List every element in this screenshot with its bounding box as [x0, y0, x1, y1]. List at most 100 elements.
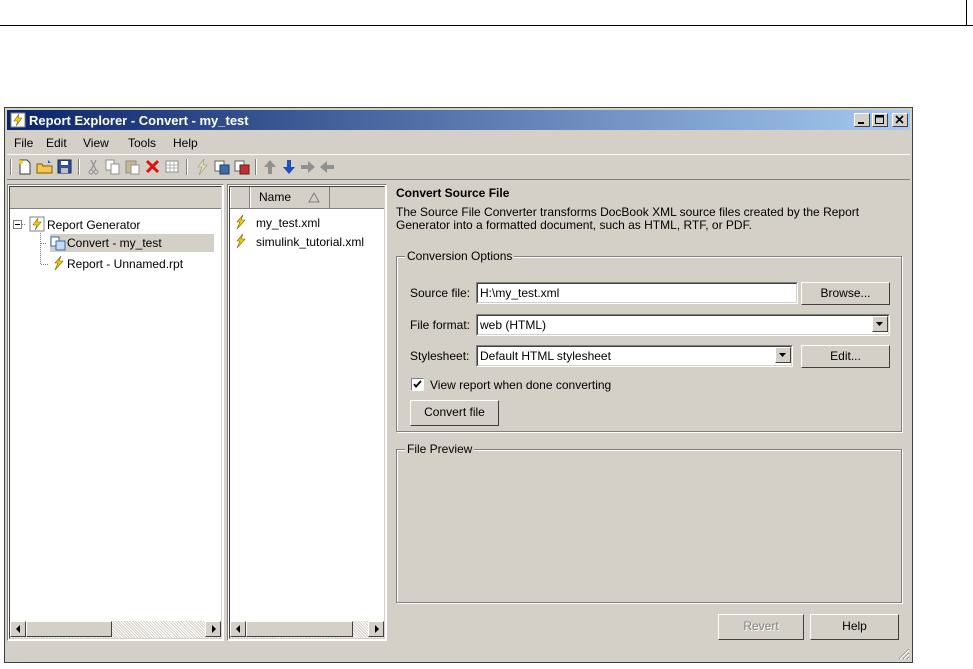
outline-header [10, 187, 221, 209]
toolbar-separator [78, 159, 80, 175]
scroll-right-button[interactable] [368, 621, 384, 637]
lightning-button[interactable] [193, 158, 211, 176]
tree-item-report-label[interactable]: Report - Unnamed.rpt [67, 257, 183, 271]
cut-icon [88, 159, 99, 175]
menu-file[interactable]: File [14, 136, 33, 150]
chevron-down-icon [779, 353, 786, 357]
report-icon-2 [234, 160, 250, 175]
scroll-left-button[interactable] [10, 621, 26, 637]
menu-bar: File Edit View Tools Help [7, 133, 910, 152]
table-icon [165, 160, 179, 173]
scroll-right-button[interactable] [205, 621, 221, 637]
file-list[interactable]: Name my_test.xml simulink_tutorial.xml [229, 186, 385, 639]
chevron-down-icon [876, 322, 883, 326]
move-up-button[interactable] [261, 158, 279, 176]
move-down-icon [283, 160, 295, 174]
scroll-thumb[interactable] [246, 621, 353, 637]
report-icon [214, 160, 230, 175]
file-format-dropdown-button[interactable] [872, 316, 888, 332]
name-column-label: Name [259, 190, 292, 204]
file-preview-group: File Preview [396, 442, 902, 603]
outline-pane: Report Generator Convert - my_test Repor… [7, 184, 224, 641]
header-edge [966, 0, 967, 26]
help-button[interactable]: Help [810, 614, 899, 640]
tree-root-label[interactable]: Report Generator [47, 218, 140, 232]
scroll-thumb[interactable] [26, 621, 112, 637]
lightning-icon [197, 158, 208, 176]
view-report-label[interactable]: View report when done converting [430, 378, 611, 392]
open-icon [36, 160, 53, 174]
stylesheet-select[interactable]: Default HTML stylesheet [476, 345, 793, 367]
cut-button[interactable] [85, 158, 103, 176]
move-right-button[interactable] [299, 158, 317, 176]
new-icon [19, 159, 31, 175]
minimize-icon [858, 122, 864, 124]
left-arrow-icon [236, 625, 240, 633]
close-button[interactable] [892, 113, 908, 127]
right-arrow-icon [212, 625, 216, 633]
menu-view[interactable]: View [83, 136, 109, 150]
copy-button[interactable] [104, 158, 122, 176]
toolbar [7, 154, 910, 180]
move-left-icon [320, 161, 334, 173]
tree-item-convert[interactable]: Convert - my_test [50, 234, 214, 252]
right-arrow-icon [375, 625, 379, 633]
menu-tools[interactable]: Tools [128, 136, 156, 150]
source-file-label: Source file: [410, 286, 471, 300]
open-button[interactable] [36, 158, 54, 176]
outline-hscrollbar[interactable] [10, 621, 221, 638]
source-file-input[interactable]: H:\my_test.xml [476, 282, 798, 304]
new-button[interactable] [16, 158, 34, 176]
save-button[interactable] [56, 158, 74, 176]
convert-file-button[interactable]: Convert file [410, 400, 499, 426]
report-lightning-icon [54, 255, 64, 271]
window-title: Report Explorer - Convert - my_test [29, 113, 249, 128]
minimize-button[interactable] [854, 113, 870, 127]
page-header-rule [0, 0, 973, 26]
edit-stylesheet-button[interactable]: Edit... [801, 345, 890, 368]
stylesheet-label: Stylesheet: [410, 349, 470, 363]
xml-lightning-icon [236, 233, 246, 249]
title-bar[interactable]: Report Explorer - Convert - my_test [7, 110, 910, 130]
convert-icon [50, 236, 66, 251]
delete-button[interactable] [144, 158, 162, 176]
move-left-button[interactable] [318, 158, 336, 176]
stylesheet-dropdown-button[interactable] [775, 347, 791, 363]
header-blank-cell [230, 187, 250, 208]
panel-heading: Convert Source File [396, 186, 510, 200]
conversion-options-label: Conversion Options [405, 249, 515, 263]
paste-button[interactable] [124, 158, 142, 176]
file-item-my-test[interactable]: my_test.xml [256, 216, 320, 230]
report-button-2[interactable] [233, 158, 251, 176]
move-down-button[interactable] [280, 158, 298, 176]
checkmark-icon [413, 380, 422, 388]
resize-grip-icon[interactable] [898, 648, 910, 660]
sort-ascending-icon [308, 192, 320, 203]
file-format-value: web (HTML) [477, 315, 889, 335]
toolbar-separator [255, 159, 257, 175]
menu-help[interactable]: Help [173, 136, 198, 150]
report-explorer-window: Report Explorer - Convert - my_test File… [4, 107, 913, 663]
xml-lightning-icon [236, 214, 246, 230]
source-file-value: H:\my_test.xml [477, 283, 797, 303]
copy-icon [105, 159, 120, 175]
view-report-checkbox[interactable] [411, 378, 424, 391]
toolbar-separator [186, 159, 188, 175]
scroll-left-button[interactable] [230, 621, 246, 637]
move-right-icon [301, 161, 315, 173]
table-button[interactable] [164, 158, 182, 176]
file-preview-label: File Preview [405, 442, 475, 456]
file-list-hscrollbar[interactable] [230, 621, 384, 638]
stylesheet-value: Default HTML stylesheet [477, 346, 792, 366]
file-item-simulink-tutorial[interactable]: simulink_tutorial.xml [256, 235, 364, 249]
file-list-header: Name [230, 187, 384, 209]
outline-tree[interactable]: Report Generator Convert - my_test Repor… [9, 186, 222, 639]
menu-edit[interactable]: Edit [46, 136, 67, 150]
file-list-pane: Name my_test.xml simulink_tutorial.xml [227, 184, 387, 641]
maximize-button[interactable] [872, 113, 888, 127]
header-name-column[interactable]: Name [250, 187, 330, 208]
browse-button[interactable]: Browse... [801, 282, 890, 305]
revert-button[interactable]: Revert [718, 614, 804, 640]
file-format-select[interactable]: web (HTML) [476, 314, 890, 336]
report-button[interactable] [213, 158, 231, 176]
